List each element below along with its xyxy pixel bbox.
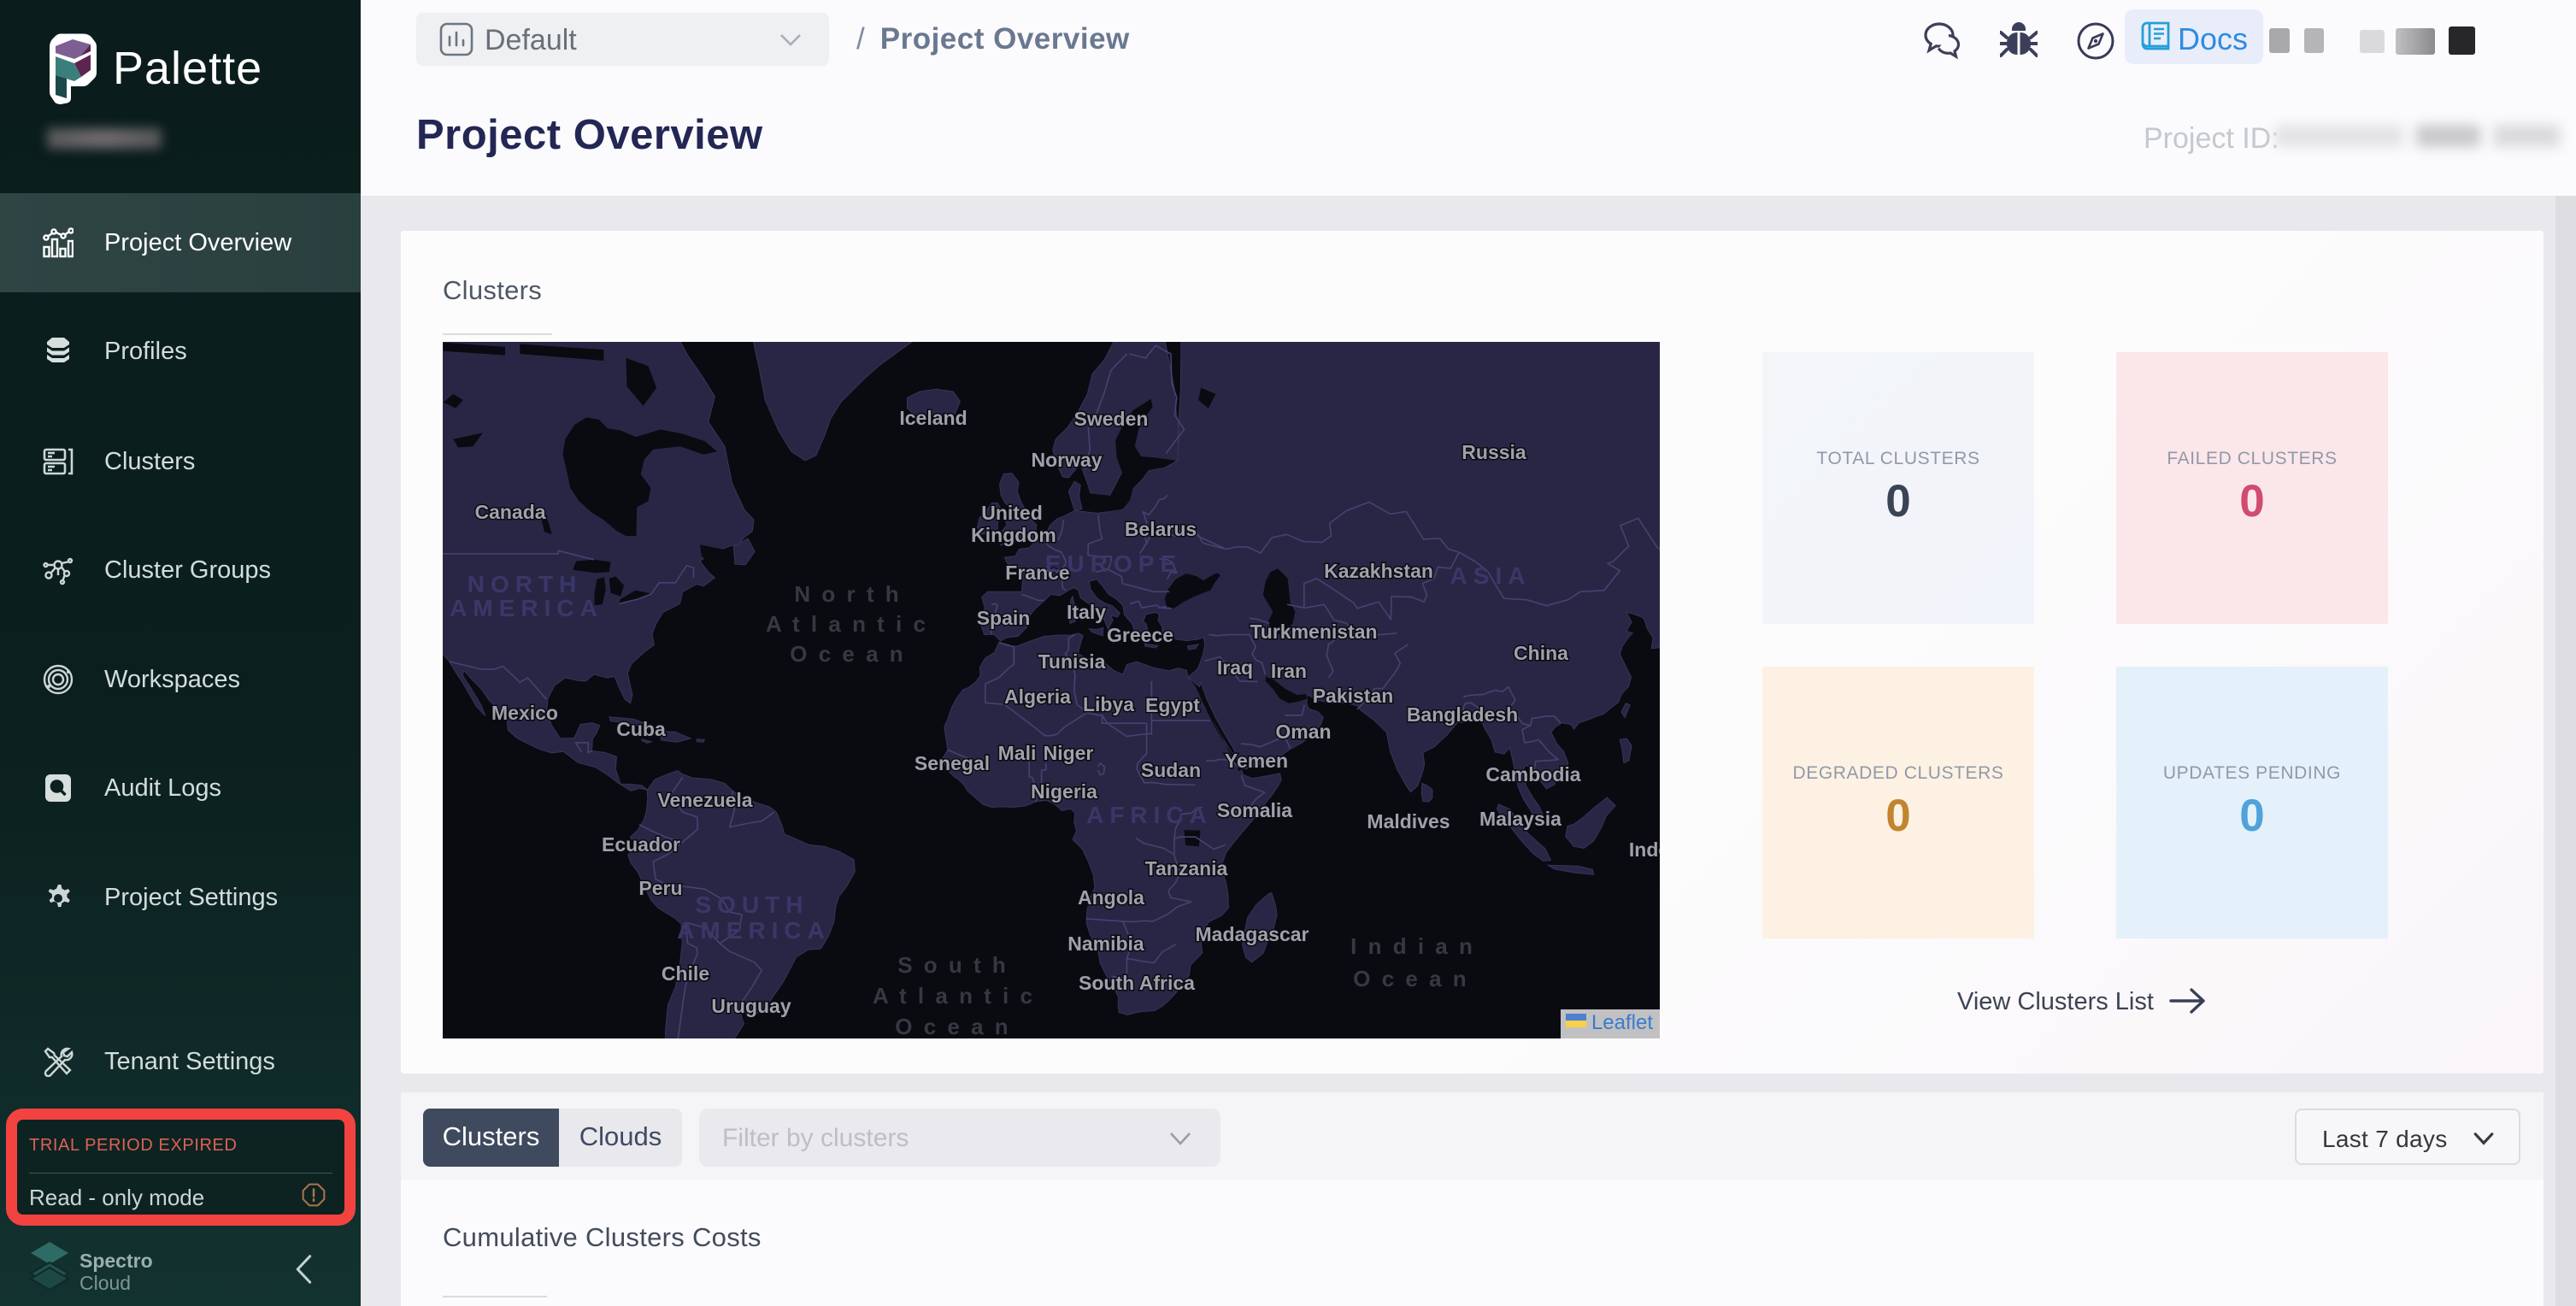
- svg-text:Kingdom: Kingdom: [971, 524, 1056, 546]
- svg-text:NORTH: NORTH: [468, 571, 583, 597]
- svg-text:United: United: [981, 502, 1043, 524]
- svg-text:Angola: Angola: [1078, 886, 1144, 909]
- svg-text:Somalia: Somalia: [1217, 799, 1292, 821]
- svg-text:Mali: Mali: [998, 742, 1037, 764]
- svg-text:Maldives: Maldives: [1367, 810, 1450, 832]
- svg-text:Uruguay: Uruguay: [711, 995, 791, 1017]
- svg-text:China: China: [1514, 642, 1568, 664]
- svg-text:N o r t h: N o r t h: [794, 581, 901, 607]
- svg-text:Venezuela: Venezuela: [657, 789, 752, 811]
- svg-text:Turkmenistan: Turkmenistan: [1250, 621, 1377, 643]
- svg-text:Egypt: Egypt: [1145, 694, 1200, 716]
- svg-text:O c e a n: O c e a n: [790, 641, 905, 667]
- svg-text:AFRICA: AFRICA: [1086, 802, 1213, 828]
- svg-text:Nigeria: Nigeria: [1031, 780, 1097, 803]
- svg-text:Sudan: Sudan: [1141, 759, 1201, 781]
- svg-text:Italy: Italy: [1067, 601, 1106, 623]
- svg-text:Namibia: Namibia: [1067, 932, 1144, 955]
- svg-text:Mexico: Mexico: [491, 702, 558, 724]
- svg-text:Malaysia: Malaysia: [1479, 808, 1561, 830]
- svg-text:Tanzania: Tanzania: [1145, 857, 1228, 879]
- svg-text:Spain: Spain: [977, 607, 1031, 629]
- svg-text:Cuba: Cuba: [616, 718, 666, 740]
- svg-text:A t l a n t i c: A t l a n t i c: [873, 983, 1035, 1009]
- svg-text:Pakistan: Pakistan: [1313, 685, 1394, 707]
- svg-text:Bangladesh: Bangladesh: [1407, 703, 1518, 726]
- svg-text:I n d i a n: I n d i a n: [1350, 933, 1475, 959]
- svg-text:Kazakhstan: Kazakhstan: [1324, 560, 1433, 582]
- svg-text:Greece: Greece: [1107, 624, 1173, 646]
- svg-text:Chile: Chile: [662, 962, 709, 985]
- svg-text:Russia: Russia: [1461, 441, 1526, 463]
- svg-text:AMERICA: AMERICA: [450, 595, 603, 621]
- svg-text:SOUTH: SOUTH: [696, 891, 809, 918]
- svg-text:S o u t h: S o u t h: [897, 952, 1009, 978]
- svg-text:Canada: Canada: [474, 501, 545, 523]
- svg-text:Ecuador: Ecuador: [602, 833, 680, 856]
- svg-text:Oman: Oman: [1275, 721, 1331, 743]
- svg-text:Norway: Norway: [1031, 449, 1102, 471]
- svg-text:Iraq: Iraq: [1217, 656, 1253, 679]
- svg-text:Iran: Iran: [1271, 660, 1307, 682]
- svg-text:South Africa: South Africa: [1079, 972, 1195, 994]
- svg-text:Madagascar: Madagascar: [1196, 923, 1309, 945]
- svg-text:O c e a n: O c e a n: [1353, 966, 1468, 991]
- svg-text:Indones: Indones: [1629, 838, 1660, 861]
- svg-text:A t l a n t i c: A t l a n t i c: [766, 611, 928, 637]
- svg-text:Sweden: Sweden: [1074, 408, 1149, 430]
- svg-text:EUROPE: EUROPE: [1045, 550, 1182, 577]
- svg-text:Cambodia: Cambodia: [1485, 763, 1580, 785]
- svg-text:Belarus: Belarus: [1125, 518, 1197, 540]
- svg-text:ASIA: ASIA: [1450, 562, 1532, 589]
- svg-text:Libya: Libya: [1083, 693, 1134, 715]
- svg-text:AMERICA: AMERICA: [677, 917, 831, 944]
- svg-text:Tunisia: Tunisia: [1038, 650, 1106, 673]
- svg-text:Iceland: Iceland: [899, 407, 967, 429]
- svg-text:Algeria: Algeria: [1004, 685, 1071, 708]
- svg-text:O c e a n: O c e a n: [895, 1014, 1010, 1038]
- svg-text:Senegal: Senegal: [915, 752, 990, 774]
- svg-text:Peru: Peru: [638, 877, 682, 899]
- svg-text:Niger: Niger: [1044, 742, 1094, 764]
- svg-text:Yemen: Yemen: [1225, 750, 1288, 772]
